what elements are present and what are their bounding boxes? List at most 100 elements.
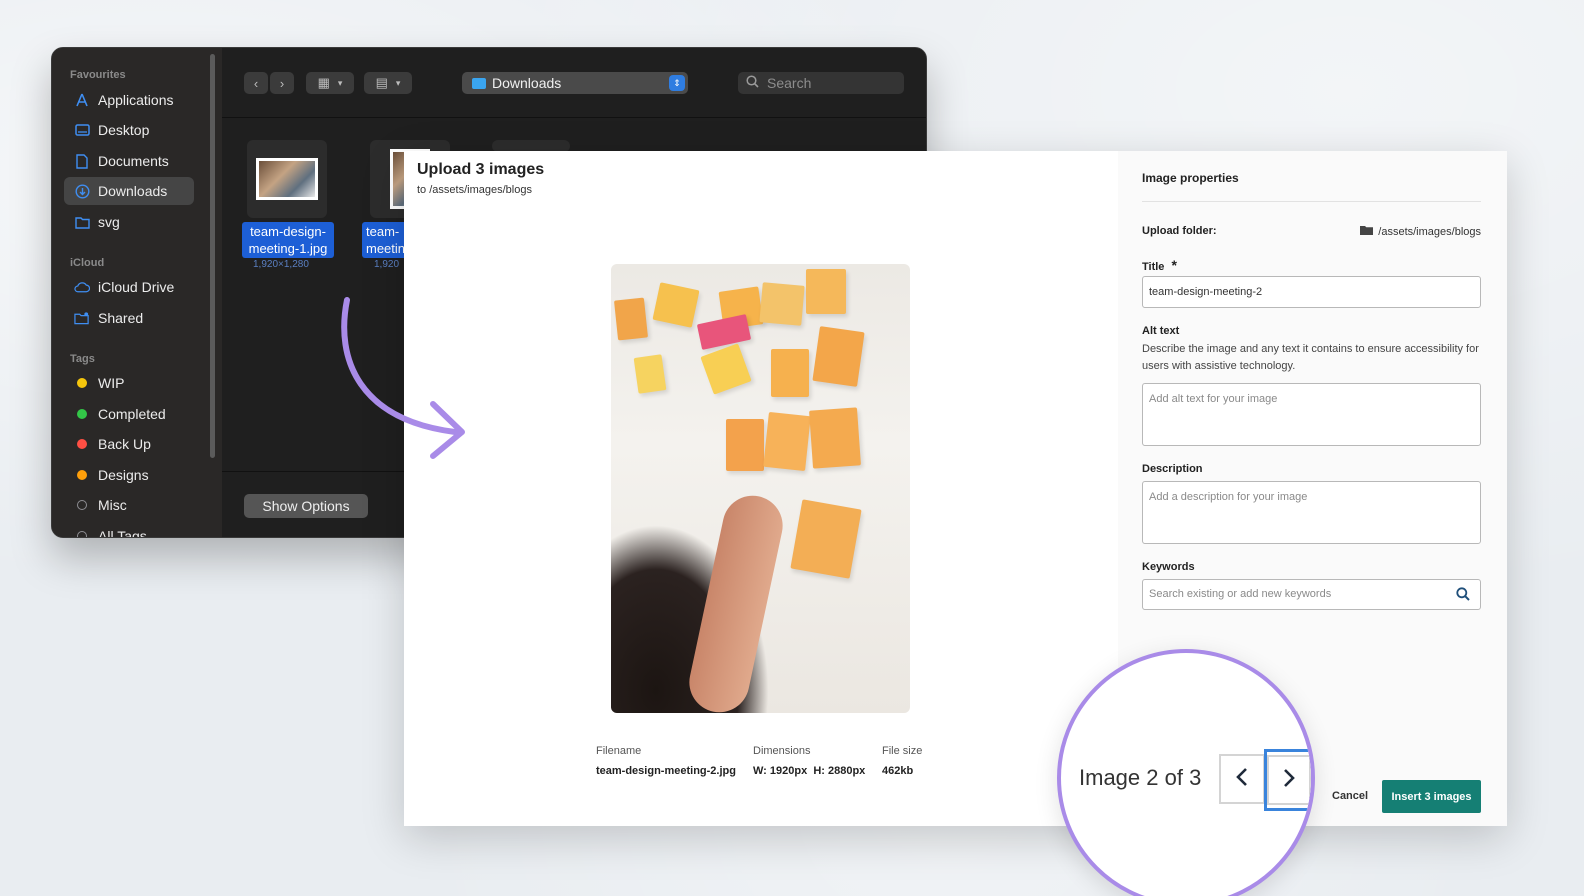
filesize-label: File size: [882, 745, 923, 757]
alt-text-field[interactable]: Add alt text for your image: [1142, 383, 1481, 446]
view-mode-button[interactable]: ▦ ▾: [306, 72, 354, 94]
forward-button[interactable]: ›: [270, 72, 294, 94]
filename-value: team-design-meeting-2.jpg: [596, 765, 736, 777]
tag-dot-icon: [74, 406, 90, 422]
desktop-icon: [74, 122, 90, 138]
cloud-icon: [74, 279, 90, 295]
pager-magnifier: Image 2 of 3: [1057, 649, 1315, 896]
alt-text-help: Describe the image and any text it conta…: [1142, 343, 1479, 372]
image-thumbnail: [256, 158, 318, 200]
sidebar-item-label: Designs: [98, 467, 149, 483]
title-field[interactable]: team-design-meeting-2: [1142, 276, 1481, 308]
required-asterisk-icon: *: [1171, 257, 1177, 273]
dialog-subtitle: to /assets/images/blogs: [417, 184, 532, 196]
tag-dot-icon: [74, 467, 90, 483]
chevron-right-icon: ›: [279, 75, 285, 91]
group-grid-icon: ▤: [375, 75, 388, 90]
file-name-label[interactable]: team-design- meeting-1.jpg: [242, 222, 334, 258]
hand-shape: [683, 490, 789, 713]
file-thumbnail[interactable]: [247, 140, 327, 218]
dialog-title: Upload 3 images: [417, 161, 545, 178]
search-icon[interactable]: [1456, 587, 1470, 604]
curved-arrow-icon: [341, 297, 465, 459]
sidebar-item-label: Documents: [98, 153, 169, 169]
folder-icon: [74, 214, 90, 230]
grid-icon: ▦: [317, 75, 330, 90]
finder-sidebar: Favourites Applications Desktop Document…: [52, 48, 222, 537]
image-preview: [611, 264, 910, 713]
upload-folder-path: /assets/images/blogs: [1360, 225, 1481, 238]
sidebar-item-label: Downloads: [98, 183, 168, 199]
keywords-label: Keywords: [1142, 561, 1195, 573]
sidebar-item-label: svg: [98, 214, 120, 230]
chevron-left-icon: ‹: [253, 75, 259, 91]
panel-heading: Image properties: [1142, 171, 1239, 185]
sidebar-item-label: Back Up: [98, 436, 151, 452]
chevron-down-icon: ▾: [395, 77, 401, 88]
filesize-value: 462kb: [882, 765, 914, 777]
sidebar-item-desktop[interactable]: Desktop: [64, 116, 194, 144]
sidebar-tag-completed[interactable]: Completed: [64, 400, 194, 428]
next-image-button[interactable]: [1264, 749, 1311, 811]
search-placeholder: Search: [767, 75, 812, 91]
show-options-button[interactable]: Show Options: [244, 494, 368, 518]
finder-toolbar: ‹ › ▦ ▾ ▤ ▾ Downloads ⇕ Search: [222, 48, 926, 118]
tag-dot-icon: [74, 375, 90, 391]
sidebar-tag-all-tags[interactable]: All Tags: [64, 522, 194, 538]
finder-search-input[interactable]: Search: [738, 72, 904, 94]
document-icon: [74, 153, 90, 169]
tag-dot-icon: [74, 436, 90, 452]
insert-images-button[interactable]: Insert 3 images: [1382, 780, 1481, 813]
sidebar-section-favourites: Favourites: [70, 69, 126, 81]
sidebar-item-svg[interactable]: svg: [64, 208, 194, 236]
sidebar-item-label: Completed: [98, 406, 166, 422]
sidebar-tag-designs[interactable]: Designs: [64, 461, 194, 489]
chevron-left-icon: [1235, 767, 1249, 792]
filename-label: Filename: [596, 745, 642, 757]
downloads-icon: [74, 183, 90, 199]
folder-icon: [472, 77, 486, 89]
group-button[interactable]: ▤ ▾: [364, 72, 412, 94]
location-popup[interactable]: Downloads ⇕: [462, 72, 688, 94]
dimensions-label: Dimensions: [753, 745, 811, 757]
divider: [1142, 201, 1481, 202]
sidebar-item-downloads[interactable]: Downloads: [64, 177, 194, 205]
tag-dot-icon: [74, 497, 90, 513]
file-dimensions: 1,920×1,280: [253, 259, 309, 270]
cancel-button[interactable]: Cancel: [1332, 790, 1368, 802]
location-label: Downloads: [492, 75, 562, 91]
sidebar-scrollbar[interactable]: [210, 54, 215, 458]
sidebar-item-label: iCloud Drive: [98, 279, 175, 295]
sidebar-section-icloud: iCloud: [70, 257, 105, 269]
sidebar-item-shared[interactable]: Shared: [64, 304, 194, 332]
sidebar-tag-back-up[interactable]: Back Up: [64, 430, 194, 458]
folder-icon: [1360, 225, 1374, 238]
previous-image-button[interactable]: [1219, 754, 1265, 804]
title-label: Title *: [1142, 257, 1177, 273]
search-icon: [746, 75, 759, 91]
sidebar-item-label: WIP: [98, 375, 125, 391]
dimensions-value: W: 1920px H: 2880px: [753, 765, 866, 777]
description-label: Description: [1142, 463, 1203, 475]
upload-dialog: Upload 3 images to /assets/images/blogs …: [404, 151, 1507, 826]
description-field[interactable]: Add a description for your image: [1142, 481, 1481, 544]
back-button[interactable]: ‹: [244, 72, 268, 94]
keywords-search-input[interactable]: Search existing or add new keywords: [1142, 579, 1481, 610]
chevron-right-icon: [1282, 768, 1296, 793]
sidebar-tag-wip[interactable]: WIP: [64, 369, 194, 397]
sidebar-item-applications[interactable]: Applications: [64, 86, 194, 114]
sidebar-tag-misc[interactable]: Misc: [64, 491, 194, 519]
sidebar-item-label: Misc: [98, 497, 127, 513]
sidebar-item-label: All Tags: [98, 528, 147, 538]
sidebar-section-tags: Tags: [70, 353, 95, 365]
upload-folder-value: /assets/images/blogs: [1378, 225, 1481, 238]
file-dimensions: 1,920: [374, 259, 400, 270]
image-counter: Image 2 of 3: [1079, 765, 1202, 790]
alt-text-label: Alt text: [1142, 325, 1180, 337]
sidebar-item-label: Desktop: [98, 122, 150, 138]
keywords-placeholder: Search existing or add new keywords: [1149, 588, 1332, 600]
sidebar-item-documents[interactable]: Documents: [64, 147, 194, 175]
shared-folder-icon: [74, 310, 90, 326]
sidebar-item-icloud-drive[interactable]: iCloud Drive: [64, 273, 194, 301]
sidebar-item-label: Applications: [98, 92, 174, 108]
